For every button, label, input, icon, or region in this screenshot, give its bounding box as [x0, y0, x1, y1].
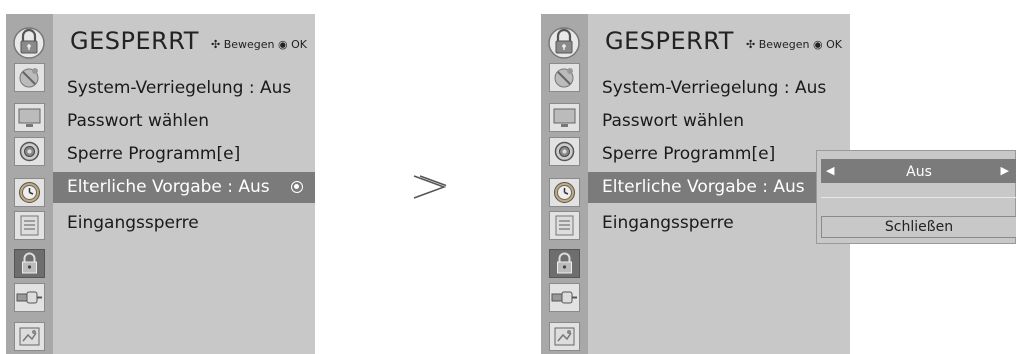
lock-icon[interactable]	[549, 249, 580, 278]
move-arrows-icon: ✣	[211, 38, 221, 51]
lock-header-icon	[13, 27, 45, 59]
selected-value: Aus	[906, 164, 932, 180]
menu-item-parental-guidance[interactable]: Elterliche Vorgabe : Aus	[53, 172, 315, 203]
menu-panel-right: GESPERRT ✣ Bewegen ◉ OK System-Verriegel…	[541, 14, 850, 354]
menu-item-label: Elterliche Vorgabe : Aus	[67, 177, 270, 197]
menu-item-system-lock[interactable]: System-Verriegelung : Aus	[53, 73, 315, 104]
close-button[interactable]: Schließen	[821, 216, 1016, 238]
audio-icon[interactable]	[549, 137, 580, 166]
menu-item-set-password[interactable]: Passwort wählen	[588, 106, 850, 137]
clock-icon[interactable]	[549, 178, 580, 207]
antenna-icon[interactable]	[14, 63, 45, 92]
menu-panel-left: GESPERRT ✣ Bewegen ◉ OK System-Verriegel…	[6, 14, 315, 354]
hint-move-label: Bewegen	[223, 38, 275, 51]
menu-item-block-programme[interactable]: Sperre Programm[e]	[53, 139, 315, 170]
ok-indicator-icon	[291, 181, 303, 193]
hint-move-label: Bewegen	[758, 38, 810, 51]
menu-title: GESPERRT	[605, 27, 734, 55]
navigation-hint: ✣ Bewegen ◉ OK	[211, 38, 307, 51]
menu-item-label: Elterliche Vorgabe : Aus	[602, 177, 805, 197]
menu-item-system-lock[interactable]: System-Verriegelung : Aus	[588, 73, 850, 104]
picture-icon[interactable]	[14, 103, 45, 132]
clock-icon[interactable]	[14, 178, 45, 207]
menu-item-label: System-Verriegelung : Aus	[602, 78, 827, 98]
navigation-hint: ✣ Bewegen ◉ OK	[746, 38, 842, 51]
lock-header-icon	[548, 27, 580, 59]
input-icon[interactable]	[14, 283, 45, 312]
menu-item-block-programme[interactable]: Sperre Programm[e]	[588, 139, 850, 170]
menu-item-label: Sperre Programm[e]	[602, 144, 776, 164]
hint-ok-label: OK	[826, 38, 843, 51]
menu-item-input-block[interactable]: Eingangssperre	[53, 208, 315, 239]
menu-item-label: System-Verriegelung : Aus	[67, 78, 292, 98]
audio-icon[interactable]	[14, 137, 45, 166]
menu-item-label: Passwort wählen	[602, 111, 745, 131]
menu-item-label: Eingangssperre	[602, 213, 734, 233]
menu-item-input-block[interactable]: Eingangssperre	[588, 208, 850, 239]
input-icon[interactable]	[549, 283, 580, 312]
usb-icon[interactable]	[14, 322, 45, 351]
lock-icon[interactable]	[14, 249, 45, 278]
menu-item-parental-guidance[interactable]: Elterliche Vorgabe : Aus	[588, 172, 850, 203]
menu-title: GESPERRT	[70, 27, 199, 55]
picture-icon[interactable]	[549, 103, 580, 132]
menu-item-label: Passwort wählen	[67, 111, 210, 131]
popup-divider	[821, 197, 1016, 198]
arrow-right-icon[interactable]: ▶	[1001, 159, 1009, 183]
ok-button-icon: ◉	[278, 38, 288, 51]
ok-button-icon: ◉	[813, 38, 823, 51]
menu-item-set-password[interactable]: Passwort wählen	[53, 106, 315, 137]
next-step-arrow-icon	[413, 175, 447, 199]
move-arrows-icon: ✣	[746, 38, 756, 51]
value-selector[interactable]: ◀ Aus ▶	[821, 159, 1016, 183]
parental-guidance-popup: ◀ Aus ▶ Schließen	[816, 150, 1016, 244]
menu-item-label: Sperre Programm[e]	[67, 144, 241, 164]
option-icon[interactable]	[14, 211, 45, 240]
category-icon-strip	[541, 14, 588, 354]
menu-item-label: Eingangssperre	[67, 213, 199, 233]
category-icon-strip	[6, 14, 53, 354]
antenna-icon[interactable]	[549, 63, 580, 92]
usb-icon[interactable]	[549, 322, 580, 351]
hint-ok-label: OK	[291, 38, 308, 51]
option-icon[interactable]	[549, 211, 580, 240]
